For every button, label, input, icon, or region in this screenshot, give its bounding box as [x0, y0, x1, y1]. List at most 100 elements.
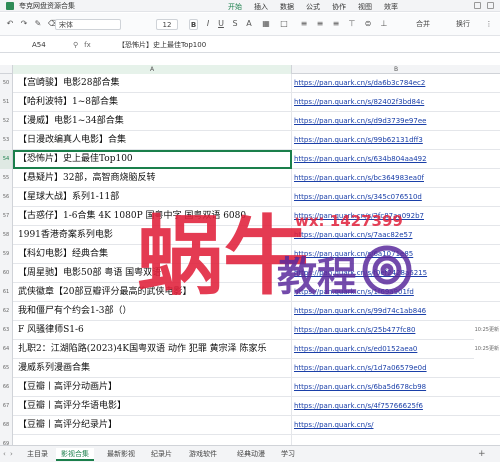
align-bottom-icon[interactable]: ⊥: [380, 20, 388, 28]
cell-title[interactable]: 【宫崎骏】电影28部合集: [13, 74, 292, 93]
cell-title[interactable]: 1991香港奇案系列电影: [13, 226, 292, 245]
cell-title[interactable]: 【星球大战】系列1-11部: [13, 188, 292, 207]
share-link[interactable]: https://pan.quark.cn/s/7aac82e57: [294, 231, 412, 239]
row-number[interactable]: 61: [0, 283, 13, 302]
row-number[interactable]: 62: [0, 302, 13, 321]
row-number[interactable]: 68: [0, 416, 13, 435]
cell-link[interactable]: https://pan.quark.cn/s/634b804aa492: [292, 150, 500, 169]
row-number[interactable]: 53: [0, 131, 13, 150]
undo-icon[interactable]: ↶: [6, 20, 14, 28]
cell-title[interactable]: 【科幻电影】经典合集: [13, 245, 292, 264]
cell-link[interactable]: https://pan.quark.cn/s/bc364983ea0f: [292, 169, 500, 188]
share-link[interactable]: https://pan.quark.cn/s/6ba5d678cb98: [294, 383, 426, 391]
fill-color-icon[interactable]: ▦: [262, 20, 270, 28]
row-number[interactable]: 57: [0, 207, 13, 226]
font-color-icon[interactable]: A: [245, 20, 253, 28]
share-link[interactable]: https://pan.quark.cn/s/2fc87aa092b7: [294, 212, 424, 220]
cell-link[interactable]: https://pan.quark.cn/s/d9d3739e97ee: [292, 112, 500, 131]
share-link[interactable]: https://pan.quark.cn/s/: [294, 421, 373, 429]
cell-name-box[interactable]: A54: [0, 39, 64, 51]
add-sheet-icon[interactable]: +: [478, 449, 486, 459]
cell-link[interactable]: https://pan.quark.cn/s/2fc87aa092b7: [292, 207, 500, 226]
row-number[interactable]: 52: [0, 112, 13, 131]
sheet-tab-latest[interactable]: 最新影视: [102, 448, 140, 461]
cell-link[interactable]: https://pan.quark.cn/s/6a1071e85: [292, 245, 500, 264]
sheet-tab-documentary[interactable]: 纪录片: [146, 448, 177, 461]
zoom-icon[interactable]: ⚲: [73, 39, 78, 51]
row-number[interactable]: 64: [0, 340, 13, 359]
cell-link[interactable]: https://pan.quark.cn/s/1f69a901fd: [292, 283, 500, 302]
search-icon[interactable]: [487, 2, 494, 9]
cell-title[interactable]: 【哈利波特】1~8部合集: [13, 93, 292, 112]
cell-title[interactable]: [13, 435, 292, 445]
share-link[interactable]: https://pan.quark.cn/s/25b477fc80: [294, 326, 415, 334]
share-link[interactable]: https://pan.quark.cn/s/4f75766625f6: [294, 402, 423, 410]
wrap-button[interactable]: 换行: [452, 19, 474, 30]
redo-icon[interactable]: ↷: [20, 20, 28, 28]
share-link[interactable]: https://pan.quark.cn/s/da6b3c784ec2: [294, 79, 425, 87]
cell-link[interactable]: https://pan.quark.cn/s/25b477fc80 10:25更新: [292, 321, 500, 340]
share-link[interactable]: https://pan.quark.cn/s/82402f3bd84c: [294, 98, 424, 106]
share-link[interactable]: https://pan.quark.cn/s/99b62131dff3: [294, 136, 423, 144]
row-number[interactable]: 51: [0, 93, 13, 112]
cell-title[interactable]: 【恐怖片】史上最佳Top100: [13, 150, 292, 169]
cell-title[interactable]: 扎职2：江湖陷路(2023)4K国粤双语 动作 犯罪 黄宗泽 陈家乐: [13, 340, 292, 359]
cell-title[interactable]: 【古惑仔】1-6合集 4K 1080P 国粤中字 国粤双语 6080: [13, 207, 292, 226]
cell-title[interactable]: 【豆瓣丨高评分纪录片】: [13, 416, 292, 435]
cell-link[interactable]: https://pan.quark.cn/s/99d74c1ab846: [292, 302, 500, 321]
cell-link[interactable]: https://pan.quark.cn/s/f0ef2428a6215: [292, 264, 500, 283]
share-link[interactable]: https://pan.quark.cn/s/99d74c1ab846: [294, 307, 426, 315]
cell-link[interactable]: https://pan.quark.cn/s/99b62131dff3: [292, 131, 500, 150]
align-top-icon[interactable]: ⊤: [348, 20, 356, 28]
font-name-select[interactable]: 宋体: [55, 19, 121, 30]
cell-link[interactable]: https://pan.quark.cn/s/6ba5d678cb98: [292, 378, 500, 397]
cell-link[interactable]: https://pan.quark.cn/s/ed0152aea0 10:25更新: [292, 340, 500, 359]
cell-link[interactable]: https://pan.quark.cn/s/4f75766625f6: [292, 397, 500, 416]
cell-link[interactable]: [292, 435, 500, 445]
more-button[interactable]: ⋮: [484, 19, 494, 30]
column-header-b[interactable]: B: [292, 65, 500, 74]
merge-button[interactable]: 合并: [410, 19, 436, 30]
align-right-icon[interactable]: ≡: [332, 20, 340, 28]
cell-link[interactable]: https://pan.quark.cn/s/1d7a06579e0d: [292, 359, 500, 378]
strikethrough-icon[interactable]: S: [231, 20, 239, 28]
sheet-tab-games[interactable]: 游戏软件: [184, 448, 222, 461]
cell-title[interactable]: 【漫威】电影1~34部合集: [13, 112, 292, 131]
row-number[interactable]: 55: [0, 169, 13, 188]
format-painter-icon[interactable]: ✎: [34, 20, 42, 28]
cell-title[interactable]: 【日漫改编真人电影】合集: [13, 131, 292, 150]
row-number[interactable]: 65: [0, 359, 13, 378]
sheet-tab-anime[interactable]: 经典动漫: [232, 448, 270, 461]
column-header-a[interactable]: A: [13, 65, 292, 74]
share-link[interactable]: https://pan.quark.cn/s/634b804aa492: [294, 155, 427, 163]
cell-link[interactable]: https://pan.quark.cn/s/da6b3c784ec2: [292, 74, 500, 93]
border-icon[interactable]: □: [280, 20, 288, 28]
share-link[interactable]: https://pan.quark.cn/s/6a1071e85: [294, 250, 413, 258]
formula-input[interactable]: 【恐怖片】史上最佳Top100: [118, 39, 206, 51]
sheet-tab-study[interactable]: 学习: [276, 448, 300, 461]
row-number[interactable]: 59: [0, 245, 13, 264]
italic-icon[interactable]: I: [204, 20, 212, 28]
share-link[interactable]: https://pan.quark.cn/s/1f69a901fd: [294, 288, 414, 296]
align-middle-icon[interactable]: ⊜: [364, 20, 372, 28]
row-number[interactable]: 58: [0, 226, 13, 245]
sheet-tab-movies[interactable]: 影视合集: [56, 448, 94, 461]
share-link[interactable]: https://pan.quark.cn/s/345c076510d: [294, 193, 422, 201]
cell-title[interactable]: F 风骚律师S1-6: [13, 321, 292, 340]
row-number[interactable]: 50: [0, 74, 13, 93]
underline-icon[interactable]: U: [217, 20, 225, 28]
row-number[interactable]: 69: [0, 435, 13, 445]
cell-link[interactable]: https://pan.quark.cn/s/345c076510d: [292, 188, 500, 207]
share-link[interactable]: https://pan.quark.cn/s/1d7a06579e0d: [294, 364, 427, 372]
share-icon[interactable]: [474, 2, 481, 9]
row-number[interactable]: 67: [0, 397, 13, 416]
cell-link[interactable]: https://pan.quark.cn/s/7aac82e57: [292, 226, 500, 245]
cell-link[interactable]: https://pan.quark.cn/s/82402f3bd84c: [292, 93, 500, 112]
share-link[interactable]: https://pan.quark.cn/s/d9d3739e97ee: [294, 117, 426, 125]
fx-label[interactable]: fx: [84, 39, 91, 51]
cell-link[interactable]: https://pan.quark.cn/s/: [292, 416, 500, 435]
cell-title[interactable]: 武侠徽章【20部豆瓣评分最高的武侠电影】: [13, 283, 292, 302]
cell-title[interactable]: 【豆瓣丨高评分动画片】: [13, 378, 292, 397]
row-number[interactable]: 66: [0, 378, 13, 397]
cell-title[interactable]: 【豆瓣丨高评分华语电影】: [13, 397, 292, 416]
